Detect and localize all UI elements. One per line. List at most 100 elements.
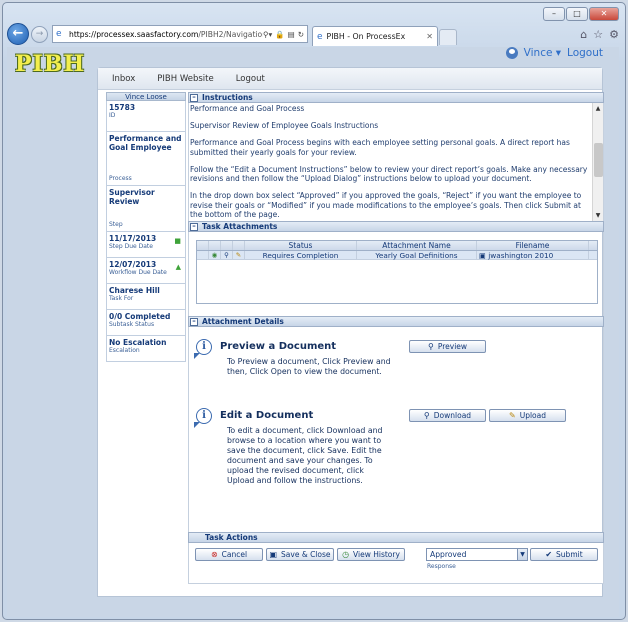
attachments-table: Status Attachment Name Filename ◉ ⚲ ✎ Re… (196, 240, 598, 304)
task-actions-header: Task Actions (188, 532, 604, 543)
browser-tab[interactable]: e PIBH - On ProcessEx ✕ (312, 26, 438, 46)
upload-label: Upload (519, 411, 546, 420)
address-bar[interactable]: e https://processex.saasfactory.com/PIBH… (52, 25, 308, 43)
upload-button[interactable]: ✎ Upload (489, 409, 566, 422)
collapse-icon[interactable]: – (190, 317, 198, 326)
sidebar-item-escalation: No Escalation Escalation (106, 336, 186, 362)
instructions-paragraph: In the drop down box select “Approved” i… (190, 191, 582, 219)
new-tab-button[interactable] (439, 29, 457, 45)
tab-title: PIBH - On ProcessEx (326, 32, 406, 41)
column-filename[interactable]: Filename (477, 241, 589, 250)
instructions-panel: Performance and Goal Process Supervisor … (188, 103, 604, 221)
section-title: Instructions (202, 93, 253, 102)
address-tools: ⚲▾ 🔒 ▤ ↻ (263, 30, 304, 39)
pibh-logo: PIBH (15, 51, 86, 77)
sidebar-value: 12/07/2013 (109, 260, 157, 269)
instructions-text: Performance and Goal Process Supervisor … (190, 104, 592, 221)
view-icon[interactable]: ◉ (209, 251, 221, 259)
sidebar-label: Step Due Date (109, 243, 153, 250)
sidebar-value: No Escalation (109, 338, 167, 347)
view-history-button[interactable]: ◷ View History (337, 548, 405, 561)
sidebar-item-step: Supervisor Review Step (106, 186, 186, 232)
response-label: Response (427, 563, 456, 570)
window-controls: – □ ✕ (543, 7, 619, 21)
scroll-down-icon[interactable]: ▼ (593, 210, 603, 221)
sidebar-label: Subtask Status (109, 321, 155, 328)
pencil-icon: ✎ (509, 411, 516, 420)
response-select[interactable]: Approved ▼ (426, 548, 528, 561)
logout-link[interactable]: Logout (567, 47, 603, 59)
nav-inbox[interactable]: Inbox (112, 74, 135, 84)
column-attachment-name[interactable]: Attachment Name (357, 241, 477, 250)
gear-icon[interactable]: ⚙ (609, 28, 619, 41)
browser-window: – □ ✕ ← → e https://processex.saasfactor… (2, 2, 626, 620)
chevron-down-icon[interactable]: ▼ (517, 549, 527, 560)
section-title: Attachment Details (202, 317, 284, 326)
response-value: Approved (430, 550, 467, 559)
status-square-icon: ■ (174, 237, 181, 245)
preview-button[interactable]: ⚲ Preview (409, 340, 486, 353)
sidebar-label: Task For (109, 295, 134, 302)
scroll-up-icon[interactable]: ▲ (593, 103, 603, 114)
compat-view-icon[interactable]: ▤ (288, 30, 295, 39)
details-header[interactable]: – Attachment Details (188, 316, 604, 327)
scroll-thumb[interactable] (594, 143, 603, 177)
task-main: – Instructions Performance and Goal Proc… (188, 92, 604, 584)
cell-status: Requires Completion (245, 251, 357, 260)
magnifier-icon[interactable]: ⚲ (221, 251, 233, 259)
sidebar-item-workflow-due: 12/07/2013 Workflow Due Date ▲ (106, 258, 186, 284)
favorites-star-icon[interactable]: ☆ (593, 28, 603, 41)
table-row[interactable]: ◉ ⚲ ✎ Requires Completion Yearly Goal De… (197, 251, 597, 260)
nav-logout[interactable]: Logout (236, 74, 265, 84)
cancel-button[interactable]: ⊗ Cancel (195, 548, 263, 561)
task-actions-panel: Task Actions ⊗ Cancel ▣ Save & Close ◷ View… (188, 532, 604, 584)
lock-icon[interactable]: 🔒 (275, 30, 284, 39)
refresh-icon[interactable]: ↻ (298, 30, 304, 39)
view-history-label: View History (353, 550, 400, 559)
magnifier-icon: ⚲ (423, 411, 430, 420)
download-button[interactable]: ⚲ Download (409, 409, 486, 422)
preview-text: To Preview a document, Click Preview and… (227, 357, 391, 376)
url-text[interactable]: https://processex.saasfactory.com/PIBH2/… (69, 30, 263, 39)
section-title: Task Attachments (202, 222, 278, 231)
magnifier-icon: ⚲ (427, 342, 434, 351)
app-panel: Inbox PIBH Website Logout Vince Loose 15… (97, 67, 604, 597)
forward-arrow-icon[interactable]: → (31, 25, 48, 43)
instructions-header[interactable]: – Instructions (188, 92, 604, 103)
home-icon[interactable]: ⌂ (580, 28, 587, 41)
back-arrow-icon[interactable]: ← (7, 23, 29, 45)
collapse-icon[interactable]: – (190, 222, 198, 231)
user-menu[interactable]: Vince ▾ (524, 47, 561, 59)
page-viewport: PIBH Vince ▾ Logout Inbox PIBH Website L… (7, 47, 619, 617)
column-status[interactable]: Status (245, 241, 357, 250)
filename-text: jwashington 2010 (488, 251, 554, 260)
file-icon: ▣ (479, 251, 486, 260)
close-tab-icon[interactable]: ✕ (426, 32, 433, 41)
minimize-button[interactable]: – (543, 7, 565, 21)
search-icon[interactable]: ⚲▾ (263, 30, 272, 39)
sidebar-item-task-for: Charese Hill Task For (106, 284, 186, 310)
instructions-paragraph: Performance and Goal Process begins with… (190, 138, 570, 157)
edit-title: Edit a Document (220, 410, 314, 421)
sidebar-value: 11/17/2013 (109, 234, 157, 243)
edit-text: To edit a document, click Download and b… (227, 426, 383, 485)
attachments-header[interactable]: – Task Attachments (188, 221, 604, 232)
collapse-icon[interactable]: – (190, 93, 198, 102)
save-close-button[interactable]: ▣ Save & Close (266, 548, 334, 561)
submit-button[interactable]: ✔ Submit (530, 548, 598, 561)
maximize-button[interactable]: □ (566, 7, 588, 21)
submit-label: Submit (556, 550, 583, 559)
info-icon: i (194, 339, 214, 359)
table-header: Status Attachment Name Filename (197, 241, 597, 251)
close-window-button[interactable]: ✕ (589, 7, 619, 21)
section-title: Task Actions (205, 533, 258, 542)
pencil-icon[interactable]: ✎ (233, 251, 245, 259)
ie-page-icon: e (56, 29, 62, 39)
app-nav-bar: Inbox PIBH Website Logout (98, 68, 602, 90)
preview-title: Preview a Document (220, 341, 337, 352)
nav-pibh-website[interactable]: PIBH Website (157, 74, 213, 84)
preview-label: Preview (437, 342, 468, 351)
user-icon (505, 47, 518, 59)
instructions-scrollbar[interactable]: ▲ ▼ (592, 103, 603, 221)
sidebar-value: Charese Hill (109, 286, 160, 295)
